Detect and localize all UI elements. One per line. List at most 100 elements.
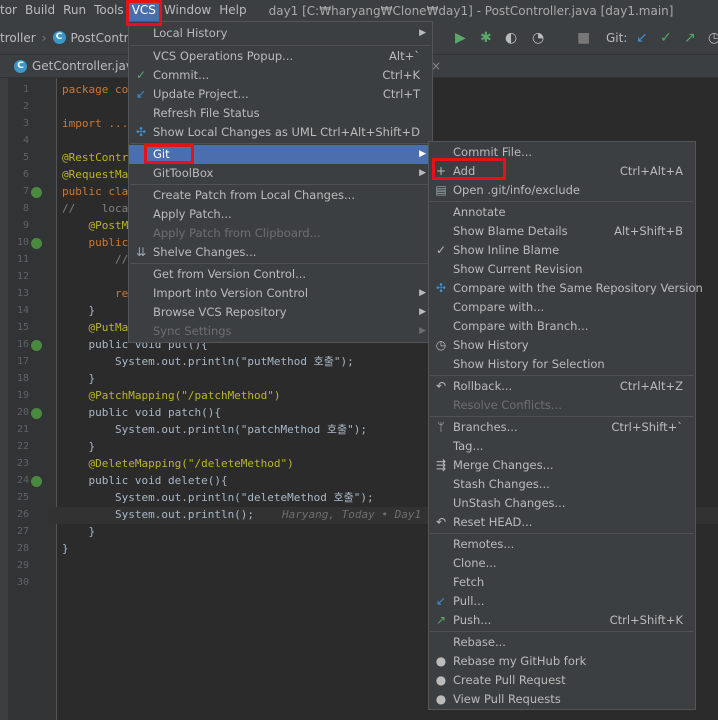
code-line: @RestContr <box>62 151 129 164</box>
tab-getcontroller[interactable]: C GetController.java <box>14 55 140 78</box>
menu-item-vcs-operations[interactable]: VCS Operations Popup... Alt+` <box>129 47 432 66</box>
menu-item-merge-changes[interactable]: ⇶ Merge Changes... <box>429 456 695 475</box>
pull-icon: ↙ <box>435 594 447 608</box>
menu-item-commit[interactable]: ✓ Commit... Ctrl+K <box>129 66 432 85</box>
menu-item-inline-blame[interactable]: ✓ Show Inline Blame <box>429 241 695 260</box>
menu-item-blame-details[interactable]: Show Blame Details Alt+Shift+B <box>429 222 695 241</box>
line-number: 21 <box>16 424 29 435</box>
menu-item-show-history[interactable]: ◷ Show History <box>429 336 695 355</box>
line-number: 22 <box>16 441 29 452</box>
code-line: } <box>62 372 96 385</box>
menu-item-apply-patch[interactable]: Apply Patch... <box>129 205 432 224</box>
menu-item-fetch[interactable]: Fetch <box>429 573 695 592</box>
file-icon: ▤ <box>435 183 447 197</box>
code-line: @PutMa <box>62 321 129 334</box>
code-line: } <box>62 440 96 453</box>
menu-item-annotate[interactable]: Annotate <box>429 203 695 222</box>
menu-editor[interactable]: tor <box>0 0 21 21</box>
menu-item-resolve-conflicts[interactable]: Resolve Conflicts... <box>429 396 695 415</box>
menu-item-rollback[interactable]: ↶ Rollback... Ctrl+Alt+Z <box>429 377 695 396</box>
spring-mapping-icon[interactable] <box>31 476 42 487</box>
code-line: @DeleteMapping("/deleteMethod") <box>62 457 294 470</box>
line-number: 28 <box>16 543 29 554</box>
menu-item-stash[interactable]: Stash Changes... <box>429 475 695 494</box>
menu-item-local-history[interactable]: Local History ▶ <box>129 24 432 43</box>
tool-window-strip <box>0 78 9 720</box>
menu-item-view-prs[interactable]: ● View Pull Requests <box>429 690 695 709</box>
menu-item-remotes[interactable]: Remotes... <box>429 535 695 554</box>
menu-help[interactable]: Help <box>215 0 250 21</box>
shelve-icon: ⇊ <box>135 245 147 259</box>
code-line: } <box>62 304 96 317</box>
menu-item-open-exclude[interactable]: ▤ Open .git/info/exclude <box>429 181 695 200</box>
menu-item-create-pr[interactable]: ● Create Pull Request <box>429 671 695 690</box>
menu-item-rebase-github[interactable]: ● Rebase my GitHub fork <box>429 652 695 671</box>
line-number: 27 <box>16 526 29 537</box>
menu-item-current-revision[interactable]: Show Current Revision <box>429 260 695 279</box>
run-icon[interactable]: ▶ <box>455 30 466 46</box>
menu-item-shelve[interactable]: ⇊ Shelve Changes... <box>129 243 432 262</box>
line-number: 17 <box>16 356 29 367</box>
highlight-box-vcs <box>126 0 162 26</box>
profile-icon[interactable]: ◔ <box>532 30 544 46</box>
spring-mapping-icon[interactable] <box>31 340 42 351</box>
line-number: 13 <box>16 288 29 299</box>
menu-item-sync-settings[interactable]: Sync Settings ▶ <box>129 322 432 341</box>
line-number: 25 <box>16 492 29 503</box>
menu-item-create-patch[interactable]: Create Patch from Local Changes... <box>129 186 432 205</box>
line-number: 7 <box>22 186 29 197</box>
menu-item-reset-head[interactable]: ↶ Reset HEAD... <box>429 513 695 532</box>
git-push-icon[interactable]: ↗ <box>684 30 696 46</box>
menu-item-rebase[interactable]: Rebase... <box>429 633 695 652</box>
menu-item-compare-with[interactable]: Compare with... <box>429 298 695 317</box>
check-icon: ✓ <box>435 243 447 257</box>
menu-item-gittoolbox[interactable]: GitToolBox ▶ <box>129 164 432 183</box>
menu-item-get-from-vcs[interactable]: Get from Version Control... <box>129 265 432 284</box>
menu-window[interactable]: Window <box>160 0 215 21</box>
line-number: 11 <box>16 254 29 265</box>
menu-item-pull[interactable]: ↙ Pull... <box>429 592 695 611</box>
menu-item-unstash[interactable]: UnStash Changes... <box>429 494 695 513</box>
menu-item-clone[interactable]: Clone... <box>429 554 695 573</box>
line-number: 18 <box>16 373 29 384</box>
coverage-icon[interactable]: ◐ <box>505 30 517 46</box>
code-line: @PostM <box>62 219 129 232</box>
line-number: 15 <box>16 322 29 333</box>
menu-item-branches[interactable]: ᛘ Branches... Ctrl+Shift+` <box>429 418 695 437</box>
menu-item-compare-same[interactable]: ✣ Compare with the Same Repository Versio… <box>429 279 703 298</box>
reset-icon: ↶ <box>435 515 447 529</box>
branch-icon: ᛘ <box>437 420 445 434</box>
menu-item-show-uml[interactable]: ✣ Show Local Changes as UML Ctrl+Alt+Shift… <box>129 123 432 142</box>
spring-mapping-icon[interactable] <box>31 408 42 419</box>
menu-tools[interactable]: Tools <box>90 0 128 21</box>
git-history-icon[interactable]: ◷ <box>708 30 718 46</box>
menu-item-push[interactable]: ↗ Push... Ctrl+Shift+K <box>429 611 695 630</box>
github-icon: ● <box>435 654 447 668</box>
menu-item-import-vcs[interactable]: Import into Version Control ▶ <box>129 284 432 303</box>
code-line: @PatchMapping("/patchMethod") <box>62 389 281 402</box>
menu-item-update-project[interactable]: ↙ Update Project... Ctrl+T <box>129 85 432 104</box>
menu-bar: tor Build Run Tools VCS Window Help day1… <box>0 0 718 21</box>
menu-item-refresh-status[interactable]: Refresh File Status <box>129 104 432 123</box>
git-update-icon[interactable]: ↙ <box>636 30 648 46</box>
line-number: 26 <box>16 509 29 520</box>
menu-item-compare-branch[interactable]: Compare with Branch... <box>429 317 695 336</box>
line-number: 1 <box>22 84 29 95</box>
breadcrumb-controller[interactable]: troller <box>0 31 36 45</box>
line-number: 30 <box>16 577 29 588</box>
stop-icon[interactable]: ■ <box>577 30 590 46</box>
menu-run[interactable]: Run <box>59 0 90 21</box>
menu-build[interactable]: Build <box>21 0 59 21</box>
spring-mapping-icon[interactable] <box>31 238 42 249</box>
menu-item-history-selection[interactable]: Show History for Selection <box>429 355 695 374</box>
spring-bean-icon[interactable] <box>31 187 42 198</box>
line-number: 24 <box>16 475 29 486</box>
debug-icon[interactable]: ✱ <box>480 30 492 46</box>
git-commit-icon[interactable]: ✓ <box>660 30 672 46</box>
line-number: 2 <box>22 101 29 112</box>
menu-item-browse-vcs[interactable]: Browse VCS Repository ▶ <box>129 303 432 322</box>
line-number: 9 <box>22 220 29 231</box>
menu-item-apply-patch-clipboard[interactable]: Apply Patch from Clipboard... <box>129 224 432 243</box>
menu-item-tag[interactable]: Tag... <box>429 437 695 456</box>
highlight-box-git <box>144 144 194 164</box>
